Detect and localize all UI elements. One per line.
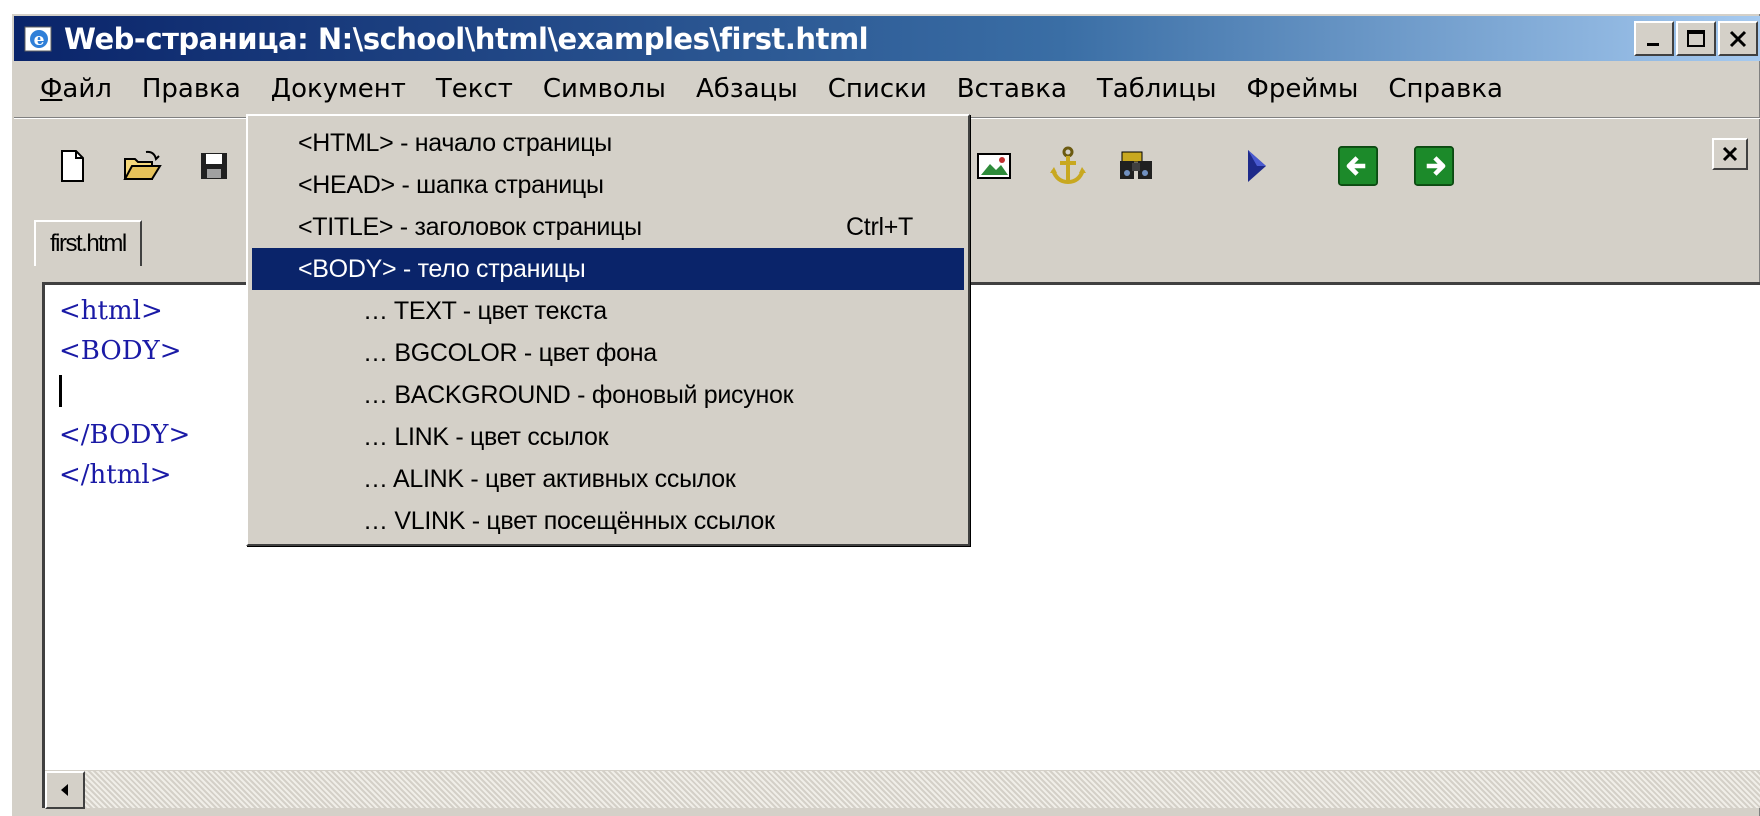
scroll-left-button[interactable] <box>45 771 85 809</box>
browser-icon: e <box>24 24 54 54</box>
menu-item-background[interactable]: … BACKGROUND - фоновый рисунок <box>248 374 968 416</box>
menu-help[interactable]: Справка <box>1373 74 1518 104</box>
forward-arrow-icon[interactable] <box>1414 146 1454 186</box>
code-line: <html> <box>59 296 163 326</box>
menu-symbols[interactable]: Символы <box>528 74 681 104</box>
new-file-icon[interactable] <box>52 146 92 186</box>
svg-text:e: e <box>34 30 45 50</box>
open-folder-icon[interactable] <box>122 146 162 186</box>
title-bar[interactable]: e Web-страница: N:\school\html\examples\… <box>14 16 1760 61</box>
shortcut-label: Ctrl+T <box>846 212 913 241</box>
save-icon[interactable] <box>194 146 234 186</box>
horizontal-scrollbar[interactable] <box>45 770 1760 809</box>
menu-item-head[interactable]: <HEAD> - шапка страницы <box>248 164 968 206</box>
menu-frames[interactable]: Фреймы <box>1231 74 1373 104</box>
menu-document[interactable]: Документ <box>256 74 421 104</box>
menu-tables[interactable]: Таблицы <box>1082 74 1232 104</box>
code-line <box>59 375 190 415</box>
menu-bar: Файл Правка Документ Текст Символы Абзац… <box>14 64 1760 114</box>
menu-insert[interactable]: Вставка <box>942 74 1082 104</box>
document-menu-dropdown: <HTML> - начало страницы <HEAD> - шапка … <box>246 114 970 546</box>
window-title: Web-страница: N:\school\html\examples\fi… <box>64 21 869 56</box>
menu-item-text-color[interactable]: … TEXT - цвет текста <box>248 290 968 332</box>
menu-item-bgcolor[interactable]: … BGCOLOR - цвет фона <box>248 332 968 374</box>
menu-text[interactable]: Текст <box>421 74 528 104</box>
toolbar-close-button[interactable] <box>1712 138 1748 170</box>
tab-first-html[interactable]: first.html <box>34 220 142 266</box>
menu-item-vlink[interactable]: … VLINK - цвет посещённых ссылок <box>248 500 968 542</box>
maximize-button[interactable] <box>1676 21 1716 56</box>
code-line: </html> <box>59 460 172 490</box>
menu-item-body[interactable]: <BODY> - тело страницы <box>252 248 964 290</box>
back-arrow-icon[interactable] <box>1338 146 1378 186</box>
code-content[interactable]: <html> <BODY> </BODY> </html> <box>59 291 190 495</box>
text-caret <box>59 375 62 407</box>
find-icon[interactable] <box>1118 146 1158 186</box>
play-icon[interactable] <box>1236 146 1276 186</box>
menu-edit[interactable]: Правка <box>127 74 256 104</box>
image-icon[interactable] <box>974 146 1014 186</box>
menu-item-link[interactable]: … LINK - цвет ссылок <box>248 416 968 458</box>
code-line: <BODY> <box>59 336 182 366</box>
menu-lists[interactable]: Списки <box>813 74 942 104</box>
menu-paragraphs[interactable]: Абзацы <box>681 74 813 104</box>
anchor-icon[interactable] <box>1048 146 1088 186</box>
menu-file[interactable]: Файл <box>14 74 127 104</box>
code-line: </BODY> <box>59 420 191 450</box>
minimize-button[interactable] <box>1634 21 1674 56</box>
menu-item-alink[interactable]: … ALINK - цвет активных ссылок <box>248 458 968 500</box>
menu-item-html[interactable]: <HTML> - начало страницы <box>248 122 968 164</box>
close-button[interactable] <box>1718 21 1758 56</box>
menu-item-title[interactable]: <TITLE> - заголовок страницы Ctrl+T <box>248 206 968 248</box>
